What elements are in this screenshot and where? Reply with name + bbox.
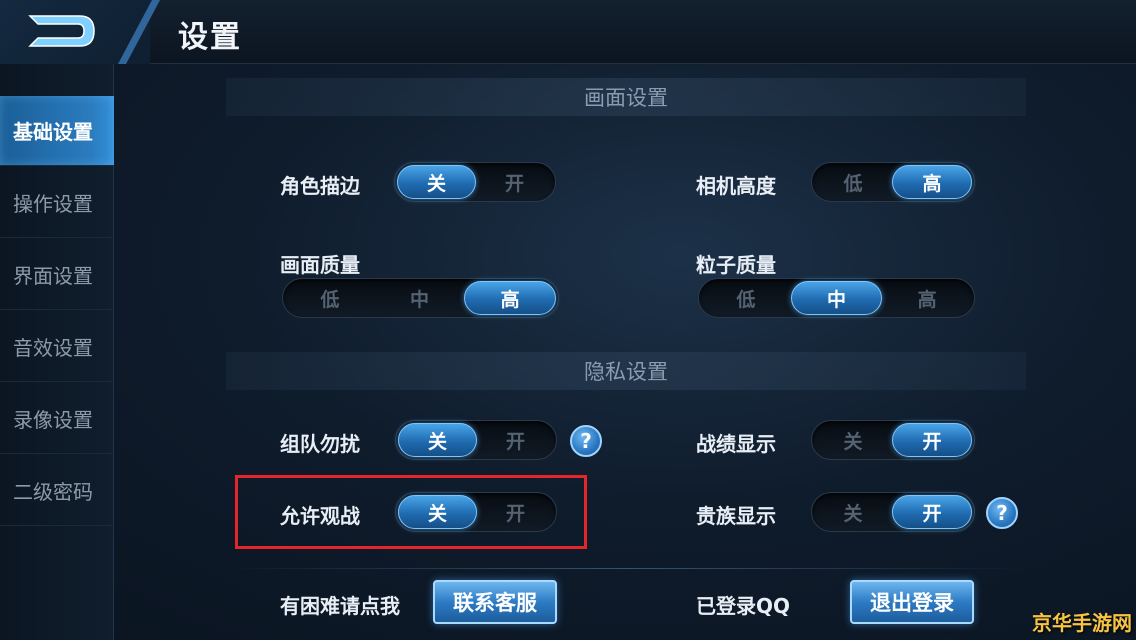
sidebar-item-sound[interactable]: 音效设置 (0, 312, 114, 382)
outline-toggle: 关 开 (394, 162, 556, 202)
team-dnd-help-icon[interactable]: ? (570, 425, 602, 457)
footer-divider (226, 568, 1026, 569)
record-show-label: 战绩显示 (696, 432, 776, 456)
allow-spectate-label: 允许观战 (280, 504, 360, 528)
noble-show-option-off[interactable]: 关 (814, 495, 892, 529)
record-show-option-on[interactable]: 开 (892, 423, 972, 457)
outline-label: 角色描边 (280, 174, 360, 198)
noble-show-option-on[interactable]: 开 (892, 495, 972, 529)
noble-show-label: 贵族显示 (696, 504, 776, 528)
spectate-option-on[interactable]: 开 (477, 495, 554, 529)
help-text: 有困难请点我 (280, 594, 400, 618)
team-dnd-label: 组队勿扰 (280, 432, 360, 456)
outline-option-on[interactable]: 开 (476, 165, 553, 199)
noble-show-help-icon[interactable]: ? (986, 497, 1018, 529)
login-status-text: 已登录QQ (696, 594, 791, 618)
spectate-option-off[interactable]: 关 (398, 495, 477, 529)
sidebar-item-replay[interactable]: 录像设置 (0, 384, 114, 454)
team-dnd-toggle: 关 开 (395, 420, 557, 460)
watermark-text: 京华手游网 (1032, 611, 1132, 635)
outline-option-off[interactable]: 关 (397, 165, 476, 199)
section-privacy-header: 隐私设置 (226, 352, 1026, 390)
sidebar-item-controls[interactable]: 操作设置 (0, 168, 114, 238)
camera-height-label: 相机高度 (696, 174, 776, 198)
quality-option-low[interactable]: 低 (285, 281, 375, 315)
section-graphics-header: 画面设置 (226, 78, 1026, 116)
particle-option-mid[interactable]: 中 (790, 281, 883, 315)
header-bar: 设置 (0, 0, 1136, 64)
sidebar-item-password[interactable]: 二级密码 (0, 456, 114, 526)
sidebar: 基础设置 操作设置 界面设置 音效设置 录像设置 二级密码 (0, 64, 114, 640)
particle-selector: 低 中 高 (698, 278, 975, 318)
settings-content: 画面设置 角色描边 关 开 相机高度 低 高 画面质量 低 中 高 粒子质量 低… (114, 64, 1136, 640)
back-logo-icon (28, 15, 95, 47)
camera-option-high[interactable]: 高 (892, 165, 972, 199)
particle-option-low[interactable]: 低 (701, 281, 791, 315)
team-dnd-option-off[interactable]: 关 (398, 423, 477, 457)
particle-label: 粒子质量 (696, 253, 776, 277)
sidebar-item-interface[interactable]: 界面设置 (0, 240, 114, 310)
quality-label: 画面质量 (280, 253, 360, 277)
camera-option-low[interactable]: 低 (814, 165, 892, 199)
sidebar-item-basic[interactable]: 基础设置 (0, 96, 114, 166)
section-privacy-title: 隐私设置 (584, 360, 668, 384)
quality-option-high[interactable]: 高 (464, 281, 557, 315)
camera-height-toggle: 低 高 (811, 162, 975, 202)
particle-option-high[interactable]: 高 (882, 281, 972, 315)
allow-spectate-toggle: 关 开 (395, 492, 557, 532)
page-title: 设置 (178, 20, 242, 55)
logout-button[interactable]: 退出登录 (850, 580, 974, 624)
quality-selector: 低 中 高 (282, 278, 559, 318)
team-dnd-option-on[interactable]: 开 (477, 423, 554, 457)
record-show-option-off[interactable]: 关 (814, 423, 892, 457)
record-show-toggle: 关 开 (811, 420, 975, 460)
contact-support-button[interactable]: 联系客服 (433, 580, 557, 624)
section-graphics-title: 画面设置 (584, 86, 668, 110)
noble-show-toggle: 关 开 (811, 492, 975, 532)
header-slash-decoration (118, 0, 160, 64)
quality-option-mid[interactable]: 中 (375, 281, 465, 315)
